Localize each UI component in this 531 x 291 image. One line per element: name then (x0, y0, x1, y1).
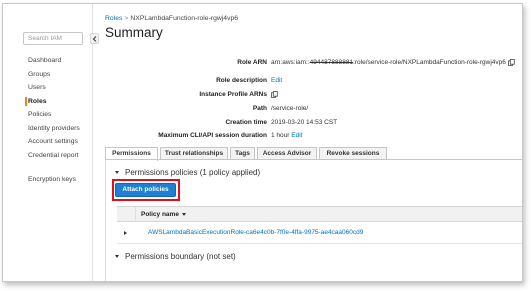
max-session-edit-link[interactable]: Edit (291, 132, 302, 139)
role-arn-account-redacted: 494487888881 (309, 59, 354, 66)
sidebar-item-account-settings[interactable]: Account settings (28, 135, 94, 149)
role-description-value: Edit (271, 75, 282, 86)
table-row: AWSLambdaBasicExecutionRole-ca6e4c0b-7f0… (117, 223, 522, 244)
sidebar: Search IAM Dashboard Groups Users Roles … (3, 4, 93, 281)
caret-down-icon (115, 171, 119, 175)
detail-row-max-session: Maximum CLI/API session duration 1 hour … (103, 130, 522, 141)
sidebar-item-dashboard[interactable]: Dashboard (28, 54, 94, 68)
page-title: Summary (105, 25, 163, 40)
instance-profile-value (271, 89, 278, 100)
path-label: Path (252, 105, 267, 112)
creation-time-value: 2019-03-20 14:53 CST (271, 119, 338, 126)
main-content: Roles > NXPLambdaFunction-role-rgwj4vp6 Su… (103, 4, 522, 281)
column-header-policy-name[interactable]: Policy name (141, 211, 186, 218)
role-arn-prefix: arn:aws:iam:: (271, 59, 310, 66)
iam-console-window: Search IAM Dashboard Groups Users Roles … (2, 3, 523, 282)
max-session-label: Maximum CLI/API session duration (158, 132, 267, 139)
max-session-duration: 1 hour (271, 132, 290, 139)
sidebar-collapse-button[interactable] (90, 33, 99, 44)
permissions-panel: Permissions policies (1 policy applied) … (105, 160, 522, 281)
role-description-label: Role description (216, 77, 267, 84)
sidebar-item-credential-report[interactable]: Credential report (28, 149, 94, 163)
expand-row-icon[interactable] (124, 231, 127, 235)
sidebar-item-identity-providers[interactable]: Identity providers (28, 122, 94, 136)
path-value: /service-role/ (271, 105, 309, 112)
detail-row-role-description: Role description Edit (103, 75, 522, 86)
max-session-value: 1 hour Edit (271, 130, 302, 141)
permissions-policies-heading: Permissions policies (1 policy applied) (125, 168, 261, 177)
policy-name-link[interactable]: AWSLambdaBasicExecutionRole-ca6e4c0b-7f0… (148, 229, 363, 236)
permissions-boundary-heading: Permissions boundary (not set) (125, 252, 236, 261)
role-arn-label: Role ARN (237, 59, 267, 66)
caret-down-icon (115, 255, 119, 259)
detail-row-creation-time: Creation time 2019-03-20 14:53 CST (103, 117, 522, 128)
attach-policies-button[interactable]: Attach policies (115, 183, 176, 197)
detail-row-role-arn: Role ARN arn:aws:iam::494487888881:role/… (103, 57, 522, 68)
role-arn-value: arn:aws:iam::494487888881:role/service-r… (271, 57, 515, 68)
policies-table: Policy name AWSLambdaBasicExecutionRole-… (117, 206, 522, 244)
sidebar-item-users[interactable]: Users (28, 81, 94, 95)
search-placeholder: Search IAM (28, 35, 62, 42)
permissions-boundary-toggle[interactable]: Permissions boundary (not set) (115, 252, 236, 261)
sidebar-item-policies[interactable]: Policies (28, 108, 94, 122)
search-input[interactable]: Search IAM (23, 32, 83, 45)
sidebar-item-roles[interactable]: Roles (28, 95, 94, 109)
breadcrumb-separator: > (124, 15, 129, 22)
detail-row-instance-profile: Instance Profile ARNs (103, 89, 522, 100)
policies-table-header: Policy name (117, 207, 522, 222)
creation-time-label: Creation time (225, 119, 267, 126)
copy-icon[interactable] (507, 58, 515, 66)
role-description-edit-link[interactable]: Edit (271, 77, 282, 84)
detail-row-path: Path /service-role/ (103, 103, 522, 114)
copy-icon[interactable] (271, 90, 278, 98)
breadcrumb-current: NXPLambdaFunction-role-rgwj4vp6 (130, 15, 239, 22)
instance-profile-label: Instance Profile ARNs (199, 91, 267, 98)
sidebar-item-encryption-keys[interactable]: Encryption keys (28, 173, 94, 187)
role-arn-suffix: :role/service-role/NXPLambdaFunction-rol… (353, 59, 506, 66)
header-select-column (117, 207, 136, 222)
sidebar-nav: Dashboard Groups Users Roles Policies Id… (28, 54, 94, 187)
sort-caret-icon (181, 212, 186, 216)
permissions-policies-toggle[interactable]: Permissions policies (1 policy applied) (115, 168, 260, 177)
column-header-label: Policy name (141, 211, 179, 218)
sidebar-divider (28, 162, 94, 173)
chevron-left-icon (92, 36, 97, 42)
breadcrumb-roles-link[interactable]: Roles (105, 15, 122, 22)
breadcrumb: Roles > NXPLambdaFunction-role-rgwj4vp6 (105, 15, 238, 22)
sidebar-item-groups[interactable]: Groups (28, 68, 94, 82)
